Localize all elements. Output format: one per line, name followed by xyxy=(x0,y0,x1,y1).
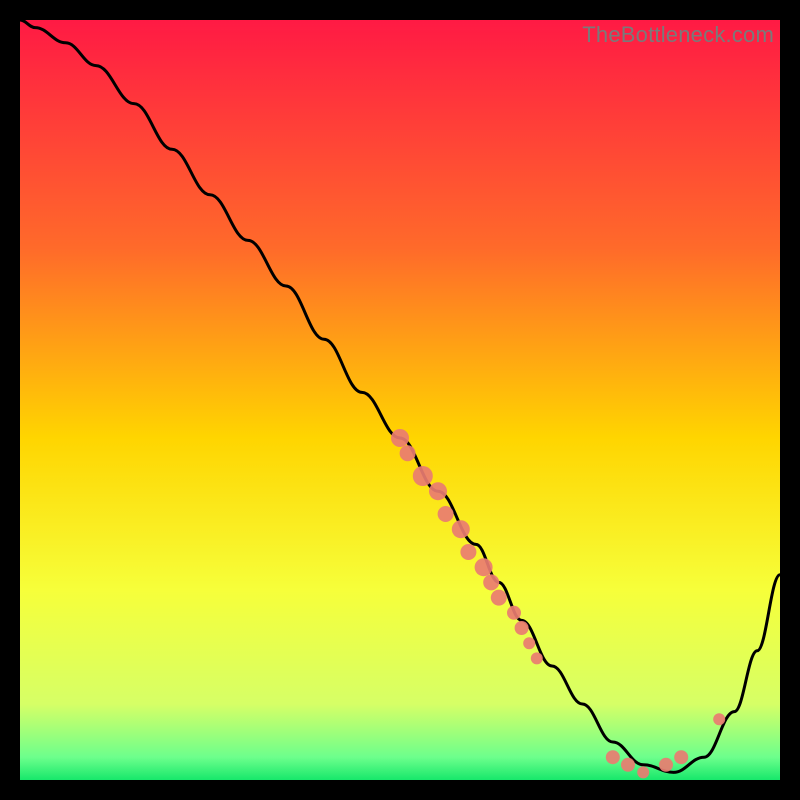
data-point xyxy=(491,590,507,606)
data-point xyxy=(515,621,529,635)
data-point xyxy=(460,544,476,560)
data-point xyxy=(438,506,454,522)
data-point xyxy=(507,606,521,620)
data-point xyxy=(674,750,688,764)
chart-frame: TheBottleneck.com xyxy=(20,20,780,780)
data-point xyxy=(523,637,535,649)
data-point xyxy=(659,758,673,772)
data-point xyxy=(429,482,447,500)
data-point xyxy=(391,429,409,447)
data-point xyxy=(483,574,499,590)
data-point xyxy=(400,445,416,461)
data-point xyxy=(413,466,433,486)
data-point xyxy=(606,750,620,764)
data-point xyxy=(531,652,543,664)
data-point xyxy=(452,520,470,538)
data-point xyxy=(637,766,649,778)
chart-background xyxy=(20,20,780,780)
data-point xyxy=(475,558,493,576)
data-point xyxy=(621,758,635,772)
bottleneck-chart xyxy=(20,20,780,780)
data-point xyxy=(713,713,725,725)
